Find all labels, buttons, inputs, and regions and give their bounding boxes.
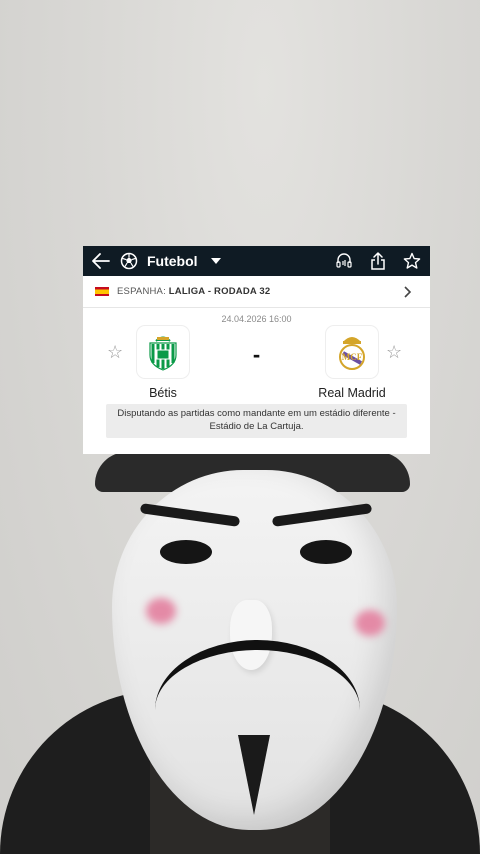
league-text: ESPANHA: LALIGA - RODADA 32 (117, 286, 398, 297)
away-team[interactable]: MCF Real Madrid (297, 326, 407, 400)
league-name: LALIGA - RODADA 32 (168, 286, 271, 297)
chevron-right-icon[interactable] (398, 282, 418, 302)
mask-right-cheek (355, 610, 385, 636)
home-team-name: Bétis (149, 386, 177, 400)
real-madrid-logo: MCF (326, 326, 378, 378)
share-icon[interactable] (368, 251, 388, 271)
match-card: Futebol ESPANHA: LALIGA - RODADA 32 24.0… (83, 246, 430, 454)
venue-note: Disputando as partidas como mandante em … (106, 404, 407, 438)
star-icon[interactable] (402, 251, 422, 271)
league-country: ESPANHA: (117, 286, 166, 297)
back-arrow-icon[interactable] (91, 251, 111, 271)
spain-flag-icon (95, 287, 109, 296)
mask-left-eye (160, 540, 212, 564)
dropdown-caret-icon[interactable] (206, 251, 226, 271)
svg-text:MCF: MCF (342, 352, 363, 362)
sport-selector-label[interactable]: Futebol (147, 253, 198, 269)
match-section: 24.04.2026 16:00 ☆ Bétis - MCF Real Madr… (83, 308, 430, 404)
match-datetime: 24.04.2026 16:00 (221, 314, 292, 324)
away-team-name: Real Madrid (318, 386, 386, 400)
favorite-away-star-icon[interactable]: ☆ (386, 342, 402, 363)
league-row[interactable]: ESPANHA: LALIGA - RODADA 32 (83, 276, 430, 308)
audio-icon[interactable] (334, 251, 354, 271)
mask-left-cheek (146, 598, 176, 624)
soccer-ball-icon (119, 251, 139, 271)
top-bar: Futebol (83, 246, 430, 276)
mask-right-eye (300, 540, 352, 564)
